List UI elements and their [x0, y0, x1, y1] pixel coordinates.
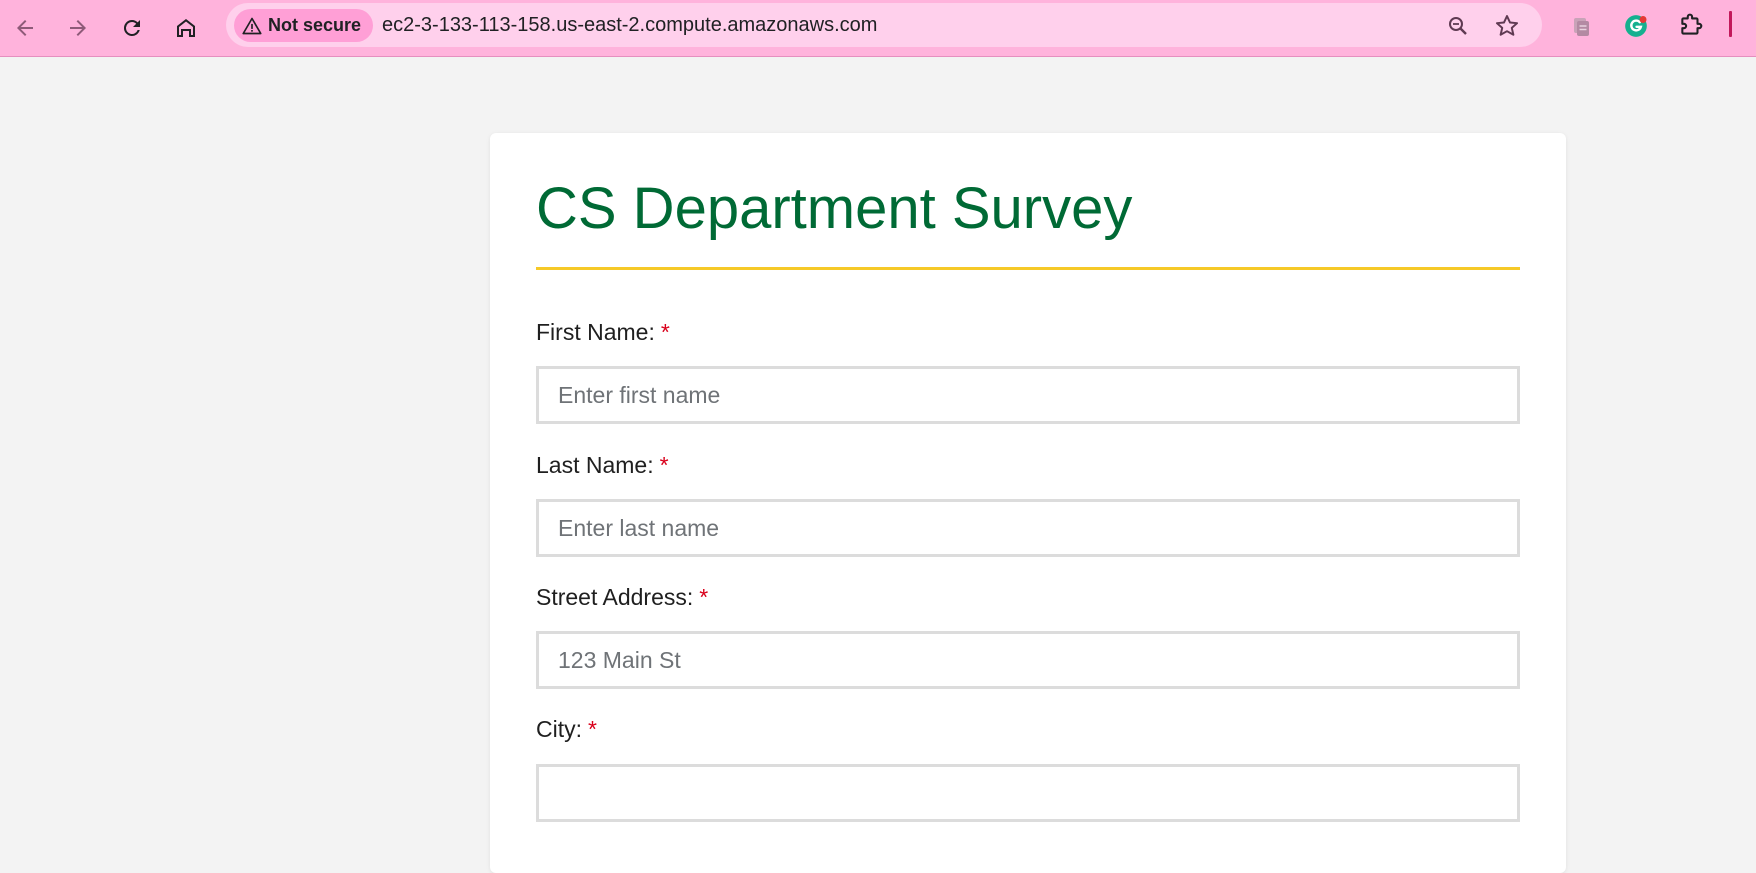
back-icon: [17, 20, 33, 36]
last-name-label-text: Last Name:: [536, 452, 654, 478]
survey-form-card: CS Department Survey First Name:* Last N…: [490, 133, 1566, 873]
last-name-label: Last Name: *: [536, 452, 669, 479]
zoom-button[interactable]: [1441, 9, 1475, 43]
back-button[interactable]: [3, 6, 47, 50]
required-marker: *: [659, 452, 669, 478]
extensions-button[interactable]: [1671, 6, 1711, 46]
clipboard-extension-icon: [1574, 18, 1589, 36]
home-icon: [177, 19, 195, 37]
title-divider: [536, 267, 1520, 270]
zoom-icon: [1449, 17, 1467, 35]
first-name-label-text: First Name:: [536, 319, 655, 345]
city-label: City: *: [536, 716, 597, 743]
clipboard-extension-button[interactable]: [1561, 6, 1601, 46]
street-address-label-text: Street Address:: [536, 584, 694, 610]
first-name-label: First Name: *: [536, 319, 670, 346]
city-label-text: City:: [536, 716, 582, 742]
street-address-input[interactable]: [536, 631, 1520, 689]
url-text[interactable]: ec2-3-133-113-158.us-east-2.compute.amaz…: [382, 14, 877, 37]
security-chip-label: Not secure: [268, 15, 362, 35]
grammarly-extension-button[interactable]: [1616, 6, 1656, 46]
required-marker: *: [699, 584, 709, 610]
browser-toolbar: Not secure ec2-3-133-113-158.us-east-2.c…: [0, 0, 1756, 57]
extensions-puzzle-icon: [1681, 13, 1703, 35]
profile-indicator[interactable]: [1729, 11, 1732, 37]
required-marker: *: [660, 319, 670, 345]
address-bar[interactable]: Not secure ec2-3-133-113-158.us-east-2.c…: [226, 3, 1542, 47]
security-chip[interactable]: Not secure: [234, 9, 374, 42]
required-marker: *: [588, 716, 597, 742]
reload-button[interactable]: [110, 6, 154, 50]
home-button[interactable]: [164, 6, 208, 50]
warning-icon: [242, 17, 262, 34]
bookmark-button[interactable]: [1490, 9, 1524, 43]
city-input[interactable]: [536, 764, 1520, 822]
bookmark-star-icon: [1495, 15, 1519, 36]
forward-button[interactable]: [56, 6, 100, 50]
page-title: CS Department Survey: [536, 176, 1133, 241]
street-address-label: Street Address: *: [536, 584, 708, 611]
forward-icon: [70, 20, 86, 36]
grammarly-extension-icon: [1625, 15, 1647, 37]
reload-icon: [123, 19, 140, 36]
first-name-input[interactable]: [536, 366, 1520, 424]
last-name-input[interactable]: [536, 499, 1520, 557]
